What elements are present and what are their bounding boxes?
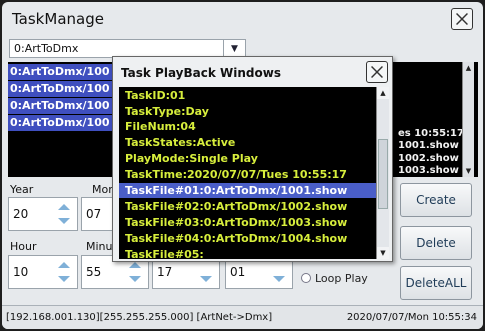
task-list-right-text: 1001.show <box>398 140 459 151</box>
task-list-item[interactable]: 0:ArtToDmx/100 <box>8 64 114 80</box>
month-label: Mor <box>92 183 113 196</box>
year-label: Year <box>10 183 34 196</box>
close-icon <box>456 13 468 25</box>
task-info-line: TaskStates:Active <box>125 136 236 149</box>
year-spinbox[interactable]: 20 <box>8 197 78 231</box>
task-list-item[interactable]: 0:ArtToDmx/100 <box>8 115 114 131</box>
delete-button[interactable]: Delete <box>400 226 472 260</box>
task-list-scrollbar[interactable]: ▲ ▼ <box>462 62 474 177</box>
task-manage-window: TaskManage 0:ArtToDmx ▼ 0:ArtToDmx/100 0… <box>2 2 483 329</box>
spin-arrows-icon[interactable] <box>53 200 75 228</box>
task-file-line-selected[interactable]: TaskFile#01:0:ArtToDmx/1001.show <box>119 183 376 198</box>
task-playback-dialog: Task PlayBack Windows TaskID:01 TaskType… <box>112 56 393 262</box>
task-file-line[interactable]: TaskFile#05: <box>125 247 204 259</box>
status-bar: [192.168.001.130][255.255.255.000] [ArtN… <box>2 305 483 329</box>
create-button[interactable]: Create <box>400 183 472 217</box>
minute-label: Minu <box>86 240 113 253</box>
dialog-title: Task PlayBack Windows <box>121 66 281 80</box>
clock-status: 2020/07/07/Mon 10:55:34 <box>346 312 477 323</box>
delete-all-button[interactable]: DeleteALL <box>400 266 472 300</box>
loop-play-label: Loop Play <box>315 272 368 285</box>
network-status: [192.168.001.130][255.255.255.000] [ArtN… <box>6 312 273 323</box>
scroll-down-icon[interactable]: ▼ <box>463 165 474 177</box>
radio-circle-icon <box>301 273 311 283</box>
scroll-up-icon[interactable]: ▲ <box>377 87 389 99</box>
task-file-line[interactable]: TaskFile#04:0:ArtToDmx/1004.show <box>125 231 347 246</box>
task-list-item[interactable]: 0:ArtToDmx/100 <box>8 98 114 114</box>
dialog-scrollbar[interactable]: ▲ ▼ <box>376 87 389 259</box>
month-spinbox[interactable]: 07 <box>81 197 114 231</box>
chevron-down-icon[interactable]: ▼ <box>223 40 245 57</box>
close-dialog-button[interactable] <box>366 61 388 83</box>
task-info-line: FileNum:04 <box>125 120 196 133</box>
close-window-button[interactable] <box>451 8 473 30</box>
close-icon <box>371 66 383 78</box>
hour-label: Hour <box>10 240 37 253</box>
task-list-right-text: 1003.show <box>398 165 459 176</box>
task-list-right-text: es 10:55:17 <box>398 128 464 139</box>
scroll-down-icon[interactable]: ▼ <box>377 247 389 259</box>
spin-arrows-icon[interactable] <box>124 258 146 286</box>
extra-value: 01 <box>230 265 246 279</box>
task-file-line[interactable]: TaskFile#03:0:ArtToDmx/1003.show <box>125 215 347 230</box>
scroll-thumb[interactable] <box>378 139 388 209</box>
task-select-value: 0:ArtToDmx <box>14 42 79 55</box>
task-file-line[interactable]: TaskFile#02:0:ArtToDmx/1002.show <box>125 199 347 214</box>
task-info-line: PlayMode:Single Play <box>125 152 258 165</box>
task-info-line: TaskID:01 <box>125 89 186 102</box>
title-bar: TaskManage <box>2 2 483 36</box>
loop-play-radio[interactable]: Loop Play <box>301 272 368 285</box>
month-value: 07 <box>86 207 102 221</box>
second-value: 17 <box>157 265 173 279</box>
spin-arrows-icon[interactable] <box>53 258 75 286</box>
task-info-line: TaskType:Day <box>125 105 209 118</box>
task-info-line: TaskTime:2020/07/07/Tues 10:55:17 <box>125 168 347 181</box>
task-info-list[interactable]: TaskID:01 TaskType:Day FileNum:04 TaskSt… <box>119 87 389 259</box>
spin-arrows-icon[interactable] <box>195 258 217 286</box>
year-value: 20 <box>13 207 29 221</box>
window-title: TaskManage <box>12 10 104 28</box>
hour-value: 10 <box>13 265 29 279</box>
minute-value: 55 <box>86 265 102 279</box>
task-list-item[interactable]: 0:ArtToDmx/100 <box>8 81 114 97</box>
hour-spinbox[interactable]: 10 <box>8 255 78 289</box>
task-list-right-text: 1002.show <box>398 153 459 164</box>
spin-arrows-icon[interactable] <box>268 258 290 286</box>
scroll-up-icon[interactable]: ▲ <box>463 62 474 74</box>
